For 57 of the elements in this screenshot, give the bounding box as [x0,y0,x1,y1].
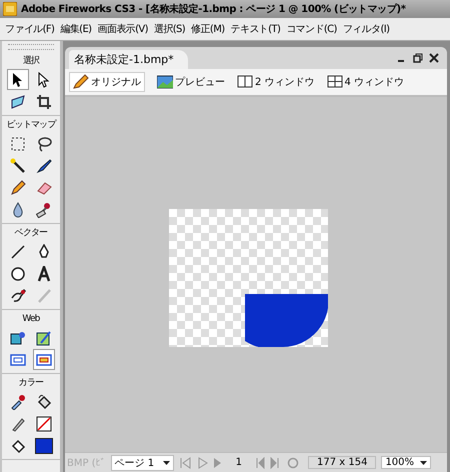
brush-icon [36,158,52,174]
slice-icon [36,330,52,346]
dropdown-arrow-icon [162,460,170,464]
menu-item[interactable]: 選択(S) [150,22,188,36]
menu-item[interactable]: フィルタ(I) [340,22,392,36]
letter-icon [36,266,52,282]
split-icon [237,74,253,90]
stamp-icon [36,202,52,218]
menu-item[interactable]: コマンド(C) [283,22,340,36]
frame-number: 1 [234,457,243,468]
eyedropper-icon [10,394,26,410]
ellipse-icon [10,266,26,282]
skew-icon [10,94,26,110]
dropdown-arrow-icon [420,460,428,464]
line-icon [10,244,26,260]
menu-item[interactable]: テキスト(T) [228,22,284,36]
lasso-icon [36,136,52,152]
pointer-tool[interactable] [7,69,29,90]
landscape-icon [157,74,173,90]
close-icon[interactable] [429,53,439,63]
arrow-icon [36,72,52,88]
knife-icon [10,288,26,304]
section-label: Web [21,313,41,326]
page-dropdown[interactable]: ページ 1 [110,454,174,470]
swatch-icon [36,416,52,432]
view-button[interactable]: オリジナル [69,72,145,92]
slices-icon [36,352,52,368]
menu-item[interactable]: 画面表示(V) [94,22,151,36]
window-title: Adobe Fireworks CS3 - [名称未設定-1.bmp : ページ 1 @ 100% (ビットマップ)* [21,2,406,16]
pencil-icon [10,416,26,432]
stick-icon [36,288,52,304]
document-tab[interactable]: 名称未設定-1.bmp* [69,50,188,69]
show-slices-tool[interactable] [33,349,55,370]
menu-item[interactable]: 修正(M) [188,22,228,36]
menu-item[interactable]: 編集(E) [57,22,94,36]
zoom-dropdown[interactable]: 100% [381,456,432,469]
slices-icon [10,352,26,368]
section-label: 選択 [22,54,40,68]
image-size: 177 x 154 [308,456,376,469]
hotspot-icon [10,330,26,346]
pencil-icon [73,74,89,90]
view-button[interactable]: 4 ウィンドウ [322,72,408,92]
wand-icon [10,158,26,174]
view-button[interactable]: プレビュー [153,72,229,92]
crop-icon [36,94,52,110]
marquee-icon [10,136,26,152]
view-button[interactable]: 2 ウィンドウ [233,72,319,92]
eraser-icon [36,180,52,196]
restore-icon[interactable] [413,53,423,63]
fill-swatch[interactable] [35,438,53,454]
section-label: ビットマップ [5,118,58,132]
menu-item[interactable]: ファイル(F) [2,22,58,36]
grid-icon [326,74,343,90]
section-label: ベクター [14,227,48,240]
section-label: カラー [18,377,44,390]
pencil-icon [10,180,26,196]
app-icon [3,2,17,16]
